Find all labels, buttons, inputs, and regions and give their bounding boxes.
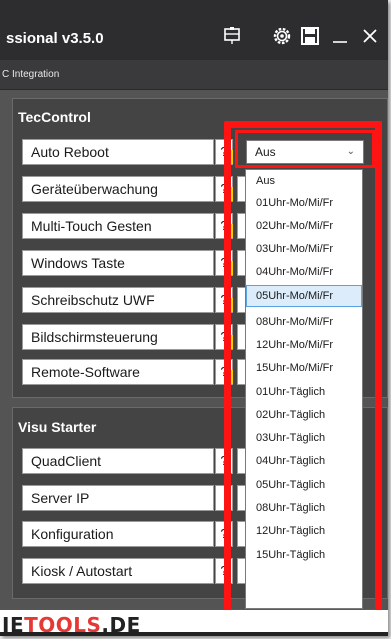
bildschirmsteuerung-label: Bildschirmsteuerung [22,324,214,350]
title-bar: ssional v3.5.0 [0,0,388,60]
network-icon[interactable] [222,26,242,46]
close-icon[interactable] [360,26,380,46]
remote-software-label: Remote-Software [22,359,214,385]
windows-taste-label: Windows Taste [22,250,214,276]
multi-touch-label: Multi-Touch Gesten [22,213,214,239]
settings-icon[interactable] [272,26,292,46]
konfiguration-label: Konfiguration [22,521,214,547]
highlight-annotation-outer [224,121,382,616]
auto-reboot-label: Auto Reboot [22,139,214,165]
window-title: ssional v3.5.0 [6,30,104,47]
footer-divider [0,632,388,636]
geraeteueberwachung-label: Geräteüberwachung [22,176,214,202]
schreibschutz-label: Schreibschutz UWF [22,287,214,313]
app-window: ssional v3.5.0 C Integration TecControl … [0,0,388,636]
kiosk-autostart-label: Kiosk / Autostart [22,558,214,584]
visu-starter-title: Visu Starter [18,419,97,435]
minimize-icon[interactable] [330,26,350,46]
teccontrol-title: TecControl [18,109,91,125]
save-icon[interactable] [300,26,320,46]
server-ip-label: Server IP [22,485,214,511]
tab-integration[interactable]: C Integration [2,69,59,80]
quadclient-label: QuadClient [22,448,214,474]
highlight-annotation-inner [235,130,375,168]
tab-bar: C Integration [0,60,388,90]
